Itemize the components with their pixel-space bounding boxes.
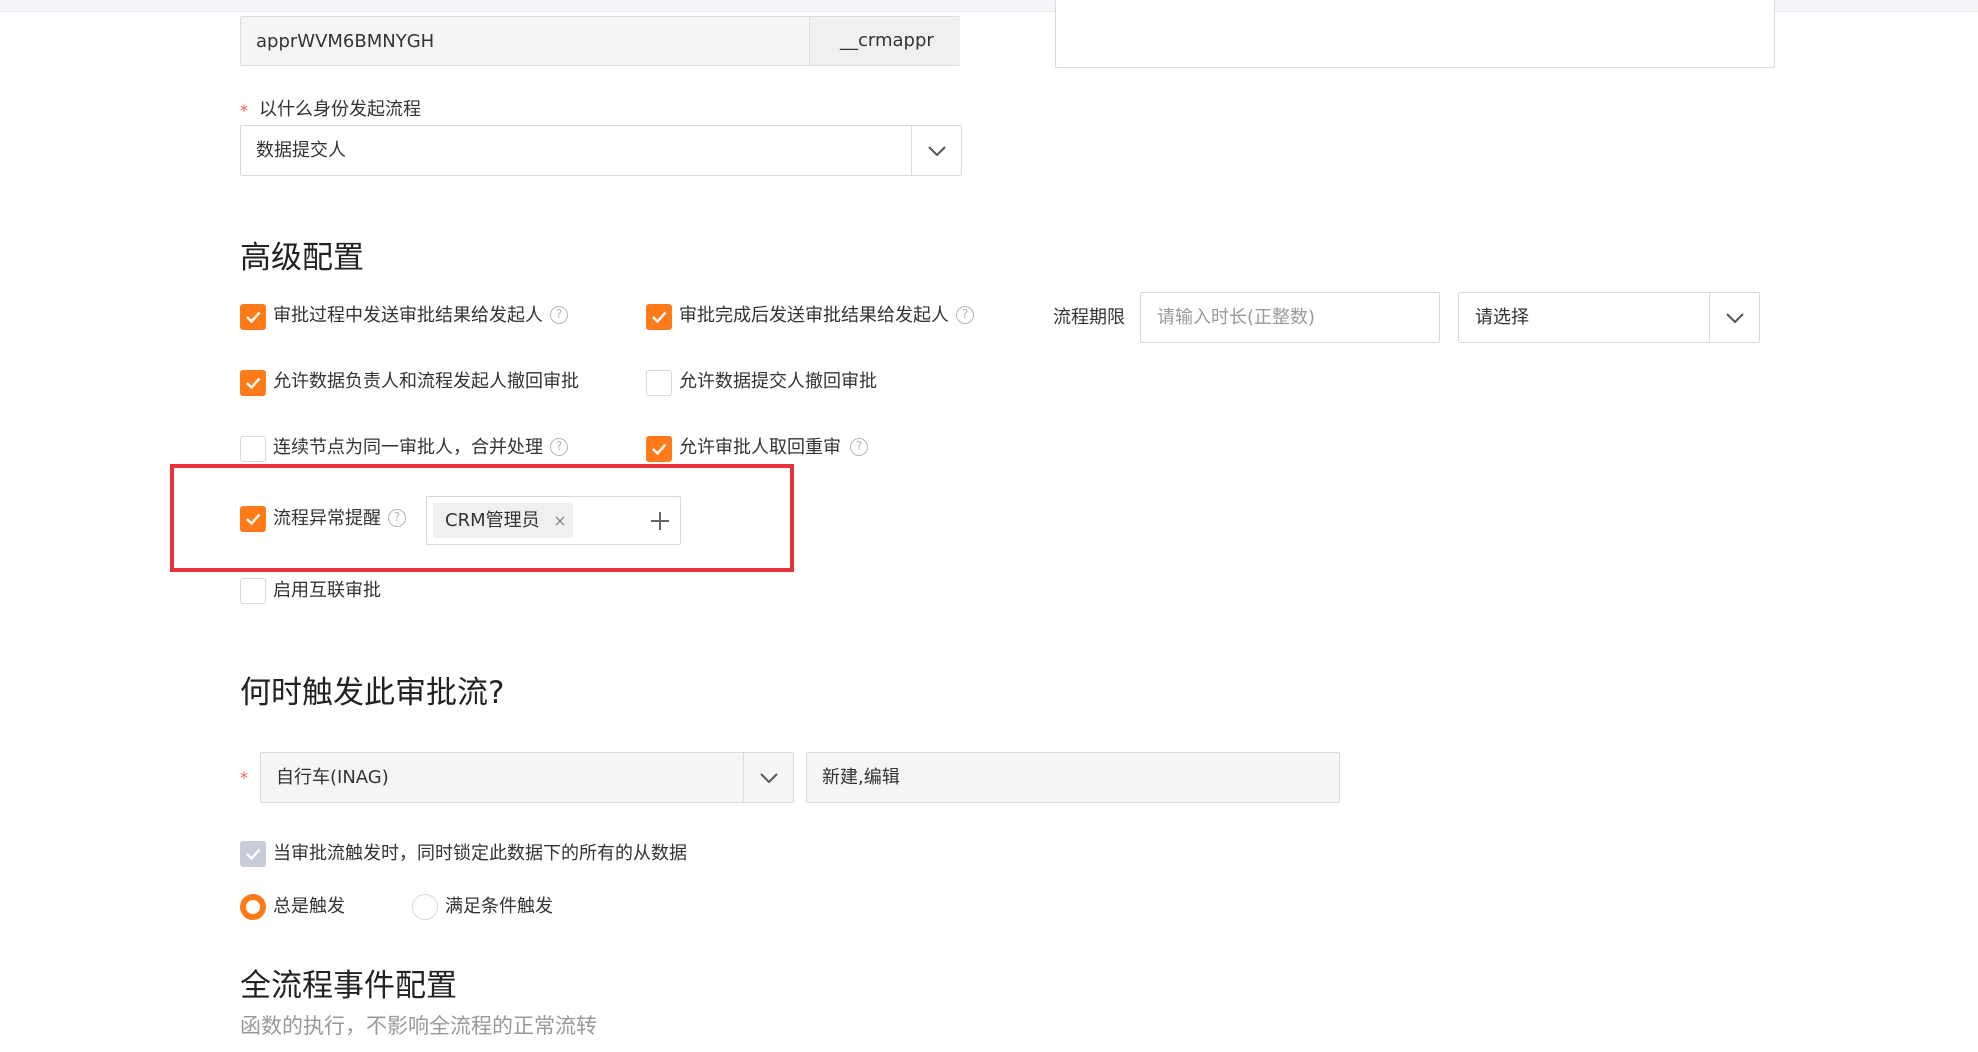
plus-icon[interactable] xyxy=(649,510,671,532)
exception-alert-label: 流程异常提醒 xyxy=(273,508,381,529)
alert-recipient-selector[interactable]: CRM管理员 xyxy=(426,496,681,545)
trigger-action-field[interactable]: 新建,编辑 xyxy=(806,752,1340,803)
merge-consecutive-checkbox[interactable] xyxy=(240,436,266,462)
description-textarea[interactable] xyxy=(1055,0,1775,68)
allow-submitter-recall-label: 允许数据提交人撤回审批 xyxy=(679,371,877,392)
question-circle-icon[interactable]: ? xyxy=(550,306,568,324)
deadline-label: 流程期限 xyxy=(1053,307,1125,328)
send-result-during-checkbox[interactable] xyxy=(240,304,266,330)
advanced-config-title: 高级配置 xyxy=(240,240,364,276)
condition-trigger-label: 满足条件触发 xyxy=(445,896,553,917)
deadline-unit-value: 请选择 xyxy=(1475,307,1529,328)
required-mark: * xyxy=(240,768,248,787)
merge-consecutive-label: 连续节点为同一审批人，合并处理 xyxy=(273,437,543,458)
question-circle-icon[interactable]: ? xyxy=(550,438,568,456)
api-name-suffix: __crmappr xyxy=(840,30,934,51)
check-icon xyxy=(652,311,667,324)
condition-trigger-radio[interactable] xyxy=(412,894,438,920)
chevron-down-icon[interactable] xyxy=(743,753,793,802)
exception-alert-checkbox[interactable] xyxy=(240,506,266,532)
check-icon xyxy=(246,513,261,526)
trigger-title: 何时触发此审批流? xyxy=(240,675,505,711)
always-trigger-radio[interactable] xyxy=(240,894,266,920)
check-icon xyxy=(652,443,667,456)
lock-subdata-label: 当审批流触发时，同时锁定此数据下的所有的从数据 xyxy=(273,843,687,864)
trigger-action-value: 新建,编辑 xyxy=(822,767,900,788)
question-circle-icon[interactable]: ? xyxy=(388,509,406,527)
send-result-after-checkbox[interactable] xyxy=(646,304,672,330)
check-icon xyxy=(246,311,261,324)
allow-retrieve-label: 允许审批人取回重审 xyxy=(679,437,841,458)
always-trigger-label: 总是触发 xyxy=(273,896,345,917)
trigger-object-value: 自行车(INAG) xyxy=(276,767,389,788)
api-name-value: apprWVM6BMNYGH xyxy=(256,31,435,52)
required-mark: * xyxy=(240,101,248,120)
check-icon xyxy=(246,848,261,861)
recipient-tag: CRM管理员 xyxy=(433,503,573,538)
send-result-during-label: 审批过程中发送审批结果给发起人 xyxy=(273,305,543,326)
send-result-after-label: 审批完成后发送审批结果给发起人 xyxy=(679,305,949,326)
question-circle-icon[interactable]: ? xyxy=(850,438,868,456)
chevron-down-icon[interactable] xyxy=(911,126,961,175)
recipient-tag-label: CRM管理员 xyxy=(445,509,540,531)
api-name-field[interactable]: apprWVM6BMNYGH __crmappr xyxy=(240,16,960,66)
deadline-unit-select[interactable]: 请选择 xyxy=(1458,292,1760,343)
close-icon[interactable] xyxy=(554,515,566,527)
events-subtitle: 函数的执行，不影响全流程的正常流转 xyxy=(240,1014,597,1038)
lock-subdata-checkbox[interactable] xyxy=(240,841,266,867)
initiator-value: 数据提交人 xyxy=(256,140,346,161)
question-circle-icon[interactable]: ? xyxy=(956,306,974,324)
chevron-down-icon[interactable] xyxy=(1709,293,1759,342)
enable-interconnect-checkbox[interactable] xyxy=(240,578,266,604)
enable-interconnect-label: 启用互联审批 xyxy=(273,580,381,601)
trigger-object-select[interactable]: 自行车(INAG) xyxy=(260,752,794,803)
allow-owner-recall-label: 允许数据负责人和流程发起人撤回审批 xyxy=(273,371,579,392)
events-title: 全流程事件配置 xyxy=(240,968,457,1004)
api-name-suffix-box: __crmappr xyxy=(809,17,960,65)
allow-owner-recall-checkbox[interactable] xyxy=(240,370,266,396)
initiator-select[interactable]: 数据提交人 xyxy=(240,125,962,176)
deadline-input[interactable]: 请输入时长(正整数) xyxy=(1140,292,1440,343)
allow-submitter-recall-checkbox[interactable] xyxy=(646,370,672,396)
initiator-label: 以什么身份发起流程 xyxy=(259,99,421,120)
check-icon xyxy=(246,377,261,390)
deadline-placeholder: 请输入时长(正整数) xyxy=(1157,307,1316,328)
allow-retrieve-checkbox[interactable] xyxy=(646,436,672,462)
